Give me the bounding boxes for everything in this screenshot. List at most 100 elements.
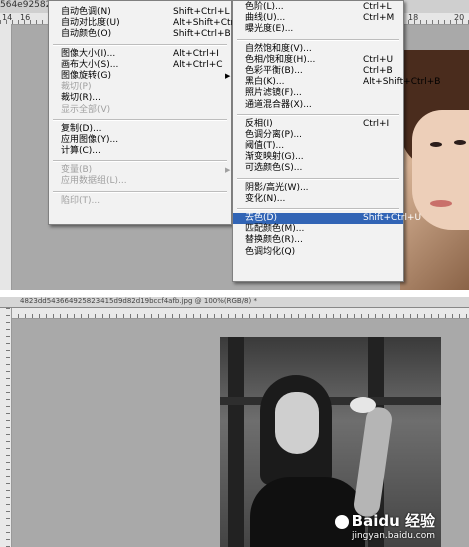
menu-item-label: 去色(D) [245,213,277,223]
top-ruler [11,308,469,319]
menu-item[interactable]: 色调均化(Q) [233,247,403,258]
baidu-watermark: Baidu 经验 jingyan.baidu.com [334,510,435,541]
menu-item[interactable]: 复制(D)... [49,124,231,135]
menu-item[interactable]: 照片滤镜(F)... [233,88,403,99]
menu-separator [237,208,399,210]
menu-item-label: 匹配颜色(M)... [245,224,305,235]
photo-flower [350,397,376,413]
menu-item[interactable]: 可选颜色(S)... [233,163,403,174]
menu-item-shortcut: Shift+Ctrl+B [173,29,231,40]
menu-item[interactable]: 图像旋转(G) ▶ [49,71,231,82]
menu-item-shortcut: Shift+Ctrl+U [363,213,422,223]
menu-item[interactable]: 画布大小(S)... Alt+Ctrl+C [49,60,231,71]
menu-item-label: 自动色调(N) [61,7,111,17]
photo-face [412,110,469,230]
menu-item-label: 自动颜色(O) [61,29,112,40]
menu-item-label: 图像大小(I)... [61,48,116,59]
ruler-number: 16 [20,13,31,22]
menu-item: 显示全部(V) [49,105,231,116]
menu-separator [237,177,399,180]
menu-separator [237,38,399,41]
menu-item-label: 色彩平衡(B)... [245,65,303,76]
menu-item-shortcut: Shift+Ctrl+L [173,7,230,17]
menu-item-shortcut: Ctrl+M [363,13,395,24]
menu-item-shortcut: Alt+Shift+Ctrl+B [363,77,441,88]
ruler-number: 18 [408,13,419,22]
menu-item[interactable]: 阈值(T)... [233,141,403,152]
document-title-bar[interactable]: 4823dd543664925823415d9d82d19bccf4afb.jp… [0,297,469,308]
menu-item[interactable]: 曲线(U)... Ctrl+M [233,13,403,24]
menu-item[interactable]: 计算(C)... [49,146,231,157]
menu-item[interactable]: 色相/饱和度(H)... Ctrl+U [233,55,403,66]
left-ruler [0,24,12,290]
menu-item[interactable]: 替换颜色(R)... [233,235,403,246]
menu-item-label: 阈值(T)... [245,141,285,152]
left-ruler [0,308,12,547]
menu-item-label: 色调分离(P)... [245,129,303,140]
menu-item[interactable]: 图像大小(I)... Alt+Ctrl+I [49,49,231,60]
ruler-number: 20 [454,13,465,22]
menu-item-label: 图像旋转(G) [61,70,111,81]
menu-item[interactable]: 阴影/高光(W)... [233,183,403,194]
menu-item-label: 色调均化(Q) [245,246,296,257]
grayscale-photo: Baidu 经验 jingyan.baidu.com [220,337,441,547]
menu-item-label: 曝光度(E)... [245,24,294,35]
photo-eye [430,142,442,147]
menu-item[interactable]: 色阶(L)... Ctrl+L [233,2,403,13]
menu-item[interactable]: 匹配颜色(M)... [233,224,403,235]
menu-item[interactable]: 自动色调(N) Shift+Ctrl+L [49,7,231,18]
menu-item-label: 反相(I) [245,118,273,129]
bottom-screenshot: 4823dd543664925823415d9d82d19bccf4afb.jp… [0,297,469,547]
menu-item-label: 陷印(T)... [61,195,101,206]
menu-item: 应用数据组(L)... [49,176,231,187]
menu-item-label: 替换颜色(R)... [245,235,303,246]
menu-item[interactable]: 渐变映射(G)... [233,152,403,163]
ruler-number: 14 [2,13,13,22]
menu-item[interactable]: 自然饱和度(V)... [233,44,403,55]
menu-item[interactable]: 曝光度(E)... [233,24,403,35]
menu-item-shortcut: Alt+Ctrl+I [173,48,219,59]
menu-item[interactable]: 通道混合器(X)... [233,100,403,111]
document-title: 4823dd543664925823415d9d82d19bccf4afb.jp… [20,297,257,305]
image-menu: 自动色调(N) Shift+Ctrl+L 自动对比度(U) Alt+Shift+Ctr… [48,0,249,225]
menu-item[interactable]: 反相(I) Ctrl+I [233,119,403,130]
baidu-paw-icon [334,514,349,529]
menu-item-label: 复制(D)... [61,123,102,134]
menu-item[interactable]: 应用图像(Y)... [49,135,231,146]
submenu-arrow-icon: ▶ [225,166,231,175]
menu-item-shortcut: Ctrl+L [363,2,392,12]
menu-item-label: 渐变映射(G)... [245,152,304,163]
menu-item-label: 自然饱和度(V)... [245,43,312,54]
menu-item-shortcut: Alt+Ctrl+C [173,59,223,70]
menu-separator [53,160,227,163]
menu-item-label: 色相/饱和度(H)... [245,54,316,65]
menu-separator [53,190,227,193]
menu-item-label: 可选颜色(S)... [245,163,303,174]
menu-item[interactable]: 自动对比度(U) Alt+Shift+Ctrl+L [49,18,249,29]
menu-item[interactable]: 去色(D) Shift+Ctrl+U [233,213,421,225]
menu-item-label: 阴影/高光(W)... [245,182,309,193]
menu-item-label: 黑白(K)... [245,77,285,88]
menu-separator [53,118,227,121]
menu-item-label: 画布大小(S)... [61,59,119,70]
menu-item-label: 色阶(L)... [245,2,284,12]
menu-item[interactable]: 裁切(R)... [49,93,231,104]
photo-eye [454,140,466,145]
menu-item[interactable]: 变化(N)... [233,194,403,205]
menu-item[interactable]: 色调分离(P)... [233,130,403,141]
menu-item-label: 变量(B) [61,165,93,176]
submenu-arrow-icon: ▶ [225,71,231,80]
menu-item[interactable]: 色彩平衡(B)... Ctrl+B [233,66,403,77]
top-screenshot: 564e92582 14 16 18 20 自动色调(N) Shift+Ctrl+… [0,0,469,290]
menu-separator [237,113,399,116]
adjustments-submenu: 色阶(L)... Ctrl+L 曲线(U)... Ctrl+M 曝光度(E)... 自然饱… [232,0,440,282]
menu-separator [53,43,227,46]
watermark-url: jingyan.baidu.com [351,531,435,541]
menu-item[interactable]: 自动颜色(O) Shift+Ctrl+B [49,29,231,40]
menu-item-shortcut: Ctrl+I [363,118,390,129]
menu-item[interactable]: 黑白(K)... Alt+Shift+Ctrl+B [233,77,440,88]
photo-lips [430,200,452,207]
watermark-title: Baidu 经验 [351,512,435,530]
menu-item-label: 通道混合器(X)... [245,99,312,110]
menu-item-label: 自动对比度(U) [61,18,120,29]
